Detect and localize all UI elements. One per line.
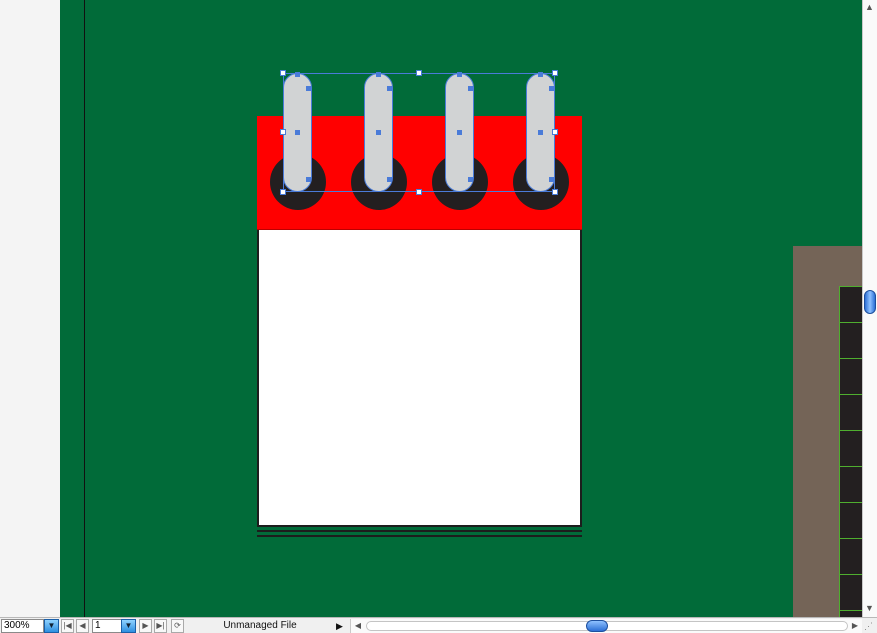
next-artboard-icon[interactable]: ▶ (139, 619, 152, 633)
strip-divider (839, 358, 862, 359)
anchor-point[interactable] (295, 72, 300, 77)
page-edge-line (257, 525, 582, 527)
page-edge-line (257, 530, 582, 532)
first-artboard-icon[interactable]: |◀ (61, 619, 74, 633)
strip-divider (839, 538, 862, 539)
resize-handle-top[interactable] (416, 70, 422, 76)
strip-divider (839, 430, 862, 431)
anchor-point[interactable] (306, 177, 311, 182)
status-menu-arrow-icon[interactable]: ▶ (336, 619, 346, 633)
status-bar: 300% ▼ |◀ ◀ 1 ▼ ▶ ▶| ⟳ Unmanaged File ▶ … (0, 617, 877, 633)
anchor-point[interactable] (457, 130, 462, 135)
document-status-text: Unmanaged File (223, 620, 297, 631)
vertical-scroll-thumb[interactable] (864, 290, 876, 314)
strip-divider (839, 466, 862, 467)
anchor-point[interactable] (306, 86, 311, 91)
horizontal-scroll-thumb[interactable] (586, 620, 608, 632)
pasteboard[interactable] (0, 0, 60, 617)
zoom-level-field[interactable]: 300% (1, 619, 44, 633)
resize-handle-top-left[interactable] (280, 70, 286, 76)
strip-divider (839, 394, 862, 395)
scroll-left-arrow-icon[interactable]: ◀ (352, 619, 364, 633)
resize-handle-bottom-right[interactable] (552, 189, 558, 195)
strip-divider (839, 574, 862, 575)
page-edge-line (257, 535, 582, 537)
anchor-point[interactable] (549, 86, 554, 91)
anchor-point[interactable] (468, 177, 473, 182)
resize-handle-bottom[interactable] (416, 189, 422, 195)
anchor-point[interactable] (376, 130, 381, 135)
anchor-point[interactable] (387, 177, 392, 182)
anchor-point[interactable] (538, 72, 543, 77)
anchor-point[interactable] (387, 86, 392, 91)
anchor-point[interactable] (457, 72, 462, 77)
anchor-point[interactable] (295, 130, 300, 135)
artboard-dropdown-icon[interactable]: ▼ (121, 619, 136, 633)
artboard-number-field[interactable]: 1 (92, 619, 122, 633)
resize-handle-right[interactable] (552, 129, 558, 135)
previous-artboard-icon[interactable]: ◀ (76, 619, 89, 633)
guide-line[interactable] (84, 0, 85, 617)
zoom-dropdown-icon[interactable]: ▼ (44, 619, 59, 633)
anchor-point[interactable] (538, 130, 543, 135)
strip-divider (839, 286, 862, 287)
resize-handle-top-right[interactable] (552, 70, 558, 76)
scroll-right-arrow-icon[interactable]: ▶ (849, 619, 861, 633)
strip-divider (839, 610, 862, 611)
anchor-point[interactable] (376, 72, 381, 77)
anchor-point[interactable] (549, 177, 554, 182)
last-artboard-icon[interactable]: ▶| (154, 619, 167, 633)
anchor-point[interactable] (468, 86, 473, 91)
reveal-in-bridge-icon[interactable]: ⟳ (171, 619, 184, 633)
strip-divider (839, 502, 862, 503)
scroll-up-arrow-icon[interactable]: ▲ (862, 0, 877, 14)
scroll-down-arrow-icon[interactable]: ▼ (862, 601, 877, 615)
resize-grip-icon[interactable]: ⋰ (864, 619, 876, 633)
strip-divider (839, 322, 862, 323)
resize-handle-left[interactable] (280, 129, 286, 135)
resize-handle-bottom-left[interactable] (280, 189, 286, 195)
dark-strip-artwork[interactable] (839, 286, 863, 617)
